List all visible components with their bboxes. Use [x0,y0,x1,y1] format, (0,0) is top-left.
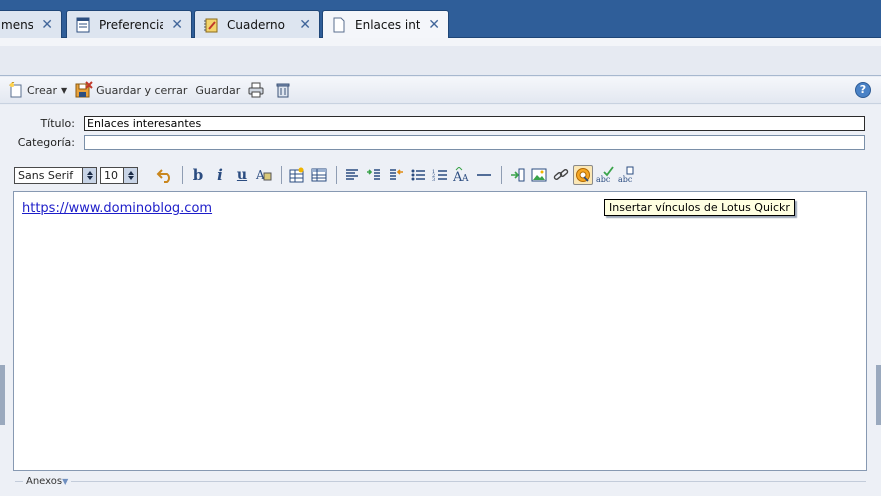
tab-bar: mens... ✕ Preferencias ✕ Cuaderno ✕ Enla… [0,0,881,39]
outdent-button[interactable] [386,165,406,185]
document-icon [76,17,90,32]
attachments-section: Anexos▼ [15,476,866,496]
text-color-icon: A [255,168,272,182]
font-family-value: Sans Serif [18,168,74,182]
chevron-down-icon: ▼ [61,85,68,95]
chain-link-icon [553,169,569,180]
font-size-value: 10 [104,168,118,182]
italic-icon: i [217,166,223,184]
svg-text:A: A [461,174,469,183]
svg-text:abc: abc [618,175,633,184]
title-row: Título: Enlaces interesantes [0,116,881,132]
font-family-select[interactable]: Sans Serif [14,166,97,184]
right-splitter[interactable] [876,365,881,425]
numbered-list-icon: 123 [432,169,447,183]
delete-button[interactable] [275,82,294,98]
help-icon[interactable]: ? [855,82,871,98]
table-properties-button[interactable] [309,165,329,185]
editor-toolbar: Sans Serif 10 b i u A 123 AA abc abc [14,163,874,187]
spinner-icon[interactable] [82,167,96,183]
svg-text:3: 3 [432,177,435,183]
horizontal-rule-button[interactable] [474,165,494,185]
spell-options-button[interactable]: abc [617,165,637,185]
header-band [0,46,881,76]
action-bar: Crear ▼ Guardar y cerrar Guardar ? [0,77,881,104]
page-icon [333,17,345,33]
undo-icon [156,169,170,183]
numbered-list-button[interactable]: 123 [430,165,450,185]
rich-text-editor[interactable]: https://www.dominoblog.com [13,191,867,471]
quickr-link-button[interactable] [573,165,593,185]
close-icon[interactable]: ✕ [41,18,53,32]
tab-preferencias[interactable]: Preferencias ✕ [66,10,192,38]
bold-button[interactable]: b [188,165,208,185]
left-splitter[interactable] [0,365,5,425]
font-size-icon: AA [453,167,469,183]
close-icon[interactable]: ✕ [171,18,183,32]
indent-icon [367,169,380,180]
horizontal-rule-icon [477,174,491,176]
table-insert-icon [289,167,304,183]
tab-enlaces[interactable]: Enlaces inte... ✕ [322,10,449,39]
indent-button[interactable] [364,165,384,185]
category-row: Categoría: [0,135,881,151]
tab-cuaderno[interactable]: Cuaderno ✕ [194,10,320,38]
align-button[interactable] [342,165,362,185]
attachments-label: Anexos [26,476,63,487]
insert-link-button[interactable] [507,165,527,185]
image-icon [531,168,547,182]
hyperlink-button[interactable] [551,165,571,185]
tooltip: Insertar vínculos de Lotus Quickr [604,199,795,216]
chevron-down-icon: ▼ [62,477,69,486]
save-button[interactable]: Guardar [195,84,240,97]
undo-button[interactable] [155,165,175,185]
font-size-select[interactable]: 10 [100,166,138,184]
tab-label: Preferencias [99,17,163,32]
save-label: Guardar [195,83,241,97]
notebook-icon [204,18,218,32]
spell-check-icon: abc [596,166,614,184]
save-close-button[interactable]: Guardar y cerrar [75,81,187,99]
tab-label: mens... [1,17,33,32]
underline-button[interactable]: u [232,165,252,185]
title-input[interactable]: Enlaces interesantes [84,116,865,131]
category-label: Categoría: [17,136,75,149]
insert-image-button[interactable] [529,165,549,185]
table-icon [311,168,327,182]
tab-strip [0,38,881,46]
text-color-button[interactable]: A [254,165,274,185]
save-close-label: Guardar y cerrar [96,83,188,97]
trash-icon [276,83,290,98]
attachments-toggle[interactable]: Anexos▼ [23,476,72,487]
print-button[interactable] [248,82,267,98]
insert-table-button[interactable] [287,165,307,185]
new-document-icon [9,82,22,98]
tab-label: Cuaderno [227,17,286,32]
create-button[interactable]: Crear ▼ [8,82,67,98]
bullet-list-icon [411,169,425,181]
bullet-list-button[interactable] [408,165,428,185]
quickr-icon [576,168,590,182]
bold-icon: b [192,166,204,184]
link-insert-icon [511,168,525,182]
underline-icon: u [236,167,248,183]
font-size-button[interactable]: AA [452,165,472,185]
italic-button[interactable]: i [210,165,230,185]
category-input[interactable] [84,135,865,150]
tab-label: Enlaces inte... [355,18,421,32]
spell-options-icon: abc [618,166,634,184]
align-left-icon [346,169,358,180]
title-label: Título: [40,117,75,130]
outdent-icon [390,169,403,180]
create-label: Crear [27,83,57,97]
close-icon[interactable]: ✕ [299,18,311,32]
close-icon[interactable]: ✕ [428,18,440,32]
editor-link[interactable]: https://www.dominoblog.com [22,201,212,216]
tab-mail[interactable]: mens... ✕ [0,10,62,38]
svg-text:abc: abc [596,175,611,184]
save-close-icon [75,81,93,98]
spinner-icon[interactable] [123,167,137,183]
print-icon [248,82,264,98]
spell-check-button[interactable]: abc [595,165,615,185]
